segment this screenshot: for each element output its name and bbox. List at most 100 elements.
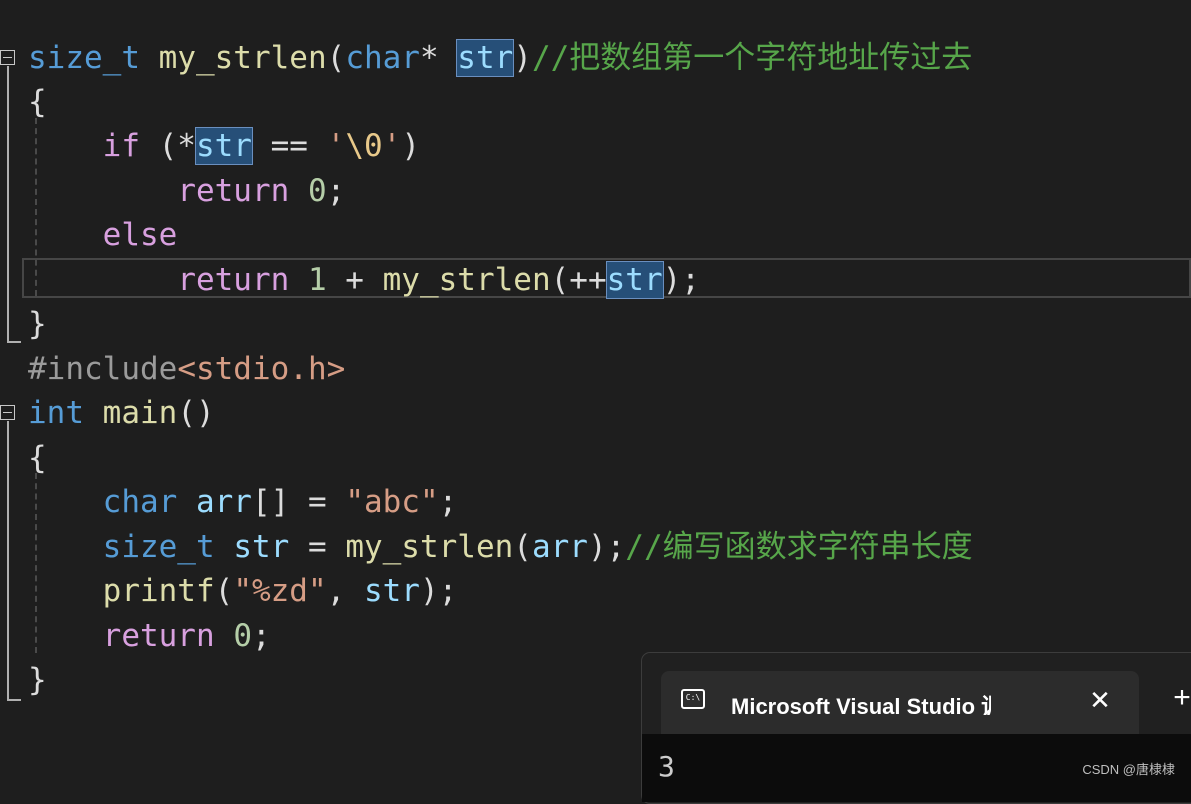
debug-console-window[interactable]: C:\ Microsoft Visual Studio 调试控制台 ✕ + 3 (641, 652, 1191, 804)
code-line[interactable]: { (28, 436, 47, 480)
code-token: ( (326, 40, 346, 76)
code-token: { (28, 84, 47, 120)
code-token: //把数组第一个字符地址传过去 (531, 40, 973, 76)
code-token: ); (419, 573, 458, 609)
code-token: ) (513, 40, 532, 76)
code-token: ); (587, 529, 626, 565)
code-line[interactable]: return 0; (28, 614, 271, 658)
code-token: size_t (28, 40, 140, 76)
code-token: return (177, 262, 290, 298)
code-line[interactable]: { (28, 80, 47, 124)
new-tab-button[interactable]: + (1167, 683, 1191, 713)
code-token: 1 (307, 262, 327, 298)
code-token: <stdio.h> (177, 351, 346, 387)
code-line[interactable]: } (28, 302, 47, 346)
collapse-icon[interactable] (0, 50, 15, 65)
code-line[interactable]: size_t my_strlen(char* str)//把数组第一个字符地址传… (28, 36, 972, 80)
code-token: my_strlen (158, 40, 327, 76)
code-token: , (326, 573, 364, 609)
console-output: 3 (658, 750, 675, 783)
code-token: int (28, 395, 84, 431)
fold-range-line (7, 66, 9, 342)
fold-end-marker (7, 341, 21, 343)
code-token: + (326, 262, 383, 298)
code-token: str (363, 573, 420, 609)
code-line[interactable]: } (28, 658, 47, 702)
code-token: my_strlen (382, 262, 551, 298)
code-token: char (102, 484, 178, 520)
code-token: if (102, 128, 140, 164)
code-token: str (233, 529, 290, 565)
code-token: } (28, 662, 47, 698)
highlighted-reference: str (605, 261, 664, 299)
code-token: { (28, 440, 47, 476)
terminal-icon: C:\ (681, 689, 705, 709)
fold-range-line (7, 421, 9, 700)
code-token: ) (401, 128, 420, 164)
code-token: [] = (251, 484, 346, 520)
code-token: ( (214, 573, 234, 609)
code-line[interactable]: size_t str = my_strlen(arr);//编写函数求字符串长度 (28, 525, 973, 569)
code-token: ' (382, 128, 402, 164)
code-token: * (419, 40, 458, 76)
code-token: return (177, 173, 290, 209)
code-token: (* (139, 128, 196, 164)
collapse-icon[interactable] (0, 405, 15, 420)
console-tab[interactable]: C:\ Microsoft Visual Studio 调试控制台 ✕ (661, 671, 1139, 734)
code-token: \0 (345, 128, 383, 164)
code-token: ; (251, 618, 271, 654)
code-token: ; (326, 173, 346, 209)
fold-end-marker (7, 699, 21, 701)
code-line[interactable]: else (28, 213, 178, 257)
watermark: CSDN @唐棣棣 (1082, 762, 1175, 777)
code-token: #include (28, 351, 178, 387)
code-token: 0 (307, 173, 327, 209)
code-token: else (102, 217, 178, 253)
code-token: "%zd" (233, 573, 327, 609)
code-token: = (289, 529, 346, 565)
code-token: () (177, 395, 215, 431)
console-title: Microsoft Visual Studio 调试控制台 (731, 694, 991, 715)
code-line[interactable]: return 1 + my_strlen(++str); (28, 258, 700, 302)
code-token: printf (102, 573, 215, 609)
code-line[interactable]: if (*str == '\0') (28, 124, 420, 168)
code-token: == (251, 128, 327, 164)
code-line[interactable]: printf("%zd", str); (28, 569, 458, 613)
code-line[interactable]: #include<stdio.h> (28, 347, 345, 391)
code-token: arr (195, 484, 252, 520)
highlighted-reference: str (456, 39, 515, 77)
code-token: char (345, 40, 420, 76)
code-token: (++ (550, 262, 607, 298)
code-token: main (102, 395, 178, 431)
code-token: 0 (233, 618, 252, 654)
code-token: ); (662, 262, 700, 298)
code-token: arr (531, 529, 588, 565)
code-token: ; (438, 484, 458, 520)
code-token: "abc" (345, 484, 439, 520)
code-token: my_strlen (345, 529, 514, 565)
code-line[interactable]: int main() (28, 391, 215, 435)
code-token: ( (513, 529, 532, 565)
code-line[interactable]: return 0; (28, 169, 345, 213)
close-icon[interactable]: ✕ (1085, 685, 1115, 715)
code-token: } (28, 306, 47, 342)
code-token: ' (326, 128, 346, 164)
code-token: size_t (102, 529, 215, 565)
code-token: //编写函数求字符串长度 (625, 529, 973, 565)
code-line[interactable]: char arr[] = "abc"; (28, 480, 458, 524)
code-token: return (102, 618, 215, 654)
